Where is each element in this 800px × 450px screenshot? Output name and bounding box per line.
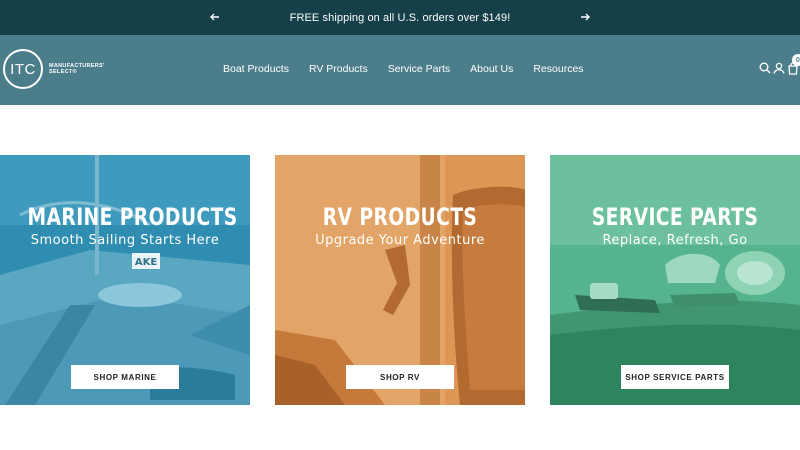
announcement-message: FREE shipping on all U.S. orders over $1… [289, 11, 511, 24]
shop-service-parts-button[interactable]: SHOP SERVICE PARTS [621, 365, 729, 389]
category-card-service-parts[interactable]: SERVICE PARTS Replace, Refresh, Go SHOP … [550, 155, 800, 405]
arrow-right-icon[interactable] [577, 9, 593, 25]
nav-resources[interactable]: Resources [533, 63, 583, 75]
shop-marine-button[interactable]: SHOP MARINE [71, 365, 179, 389]
service-parts-subtitle: Replace, Refresh, Go [602, 233, 748, 248]
header-icons: 0 [758, 54, 800, 76]
search-icon[interactable] [758, 60, 772, 76]
nav-about-us[interactable]: About Us [470, 63, 513, 75]
category-card-marine[interactable]: AKE MARINE PRODUCTS Smooth Sailing Start… [0, 155, 250, 405]
service-parts-title: SERVICE PARTS [591, 203, 759, 231]
category-card-rv[interactable]: RV PRODUCTS Upgrade Your Adventure SHOP … [275, 155, 525, 405]
arrow-left-icon[interactable] [207, 9, 223, 25]
announcement-bar: FREE shipping on all U.S. orders over $1… [0, 0, 800, 35]
cart-count-badge: 0 [792, 54, 800, 66]
marine-title: MARINE PRODUCTS [27, 203, 238, 231]
main-nav: Boat Products RV Products Service Parts … [223, 63, 604, 75]
marine-subtitle: Smooth Sailing Starts Here [30, 233, 220, 248]
rv-title: RV PRODUCTS [322, 203, 478, 231]
nav-boat-products[interactable]: Boat Products [223, 63, 289, 75]
itc-logo[interactable]: ITC MANUFACTURERS' SELECT® [3, 49, 105, 89]
shop-rv-button[interactable]: SHOP RV [346, 365, 454, 389]
logo-line-2: SELECT® [49, 69, 77, 75]
account-icon[interactable] [772, 60, 786, 76]
site-header: ITC MANUFACTURERS' SELECT® Boat Products… [0, 35, 800, 105]
svg-text:AKE: AKE [135, 257, 157, 268]
nav-service-parts[interactable]: Service Parts [388, 63, 450, 75]
cart-icon[interactable]: 0 [786, 54, 800, 76]
logo-wordmark: MANUFACTURERS' SELECT® [49, 63, 105, 75]
nav-rv-products[interactable]: RV Products [309, 63, 368, 75]
rv-subtitle: Upgrade Your Adventure [315, 233, 485, 248]
logo-mark: ITC [3, 49, 43, 89]
